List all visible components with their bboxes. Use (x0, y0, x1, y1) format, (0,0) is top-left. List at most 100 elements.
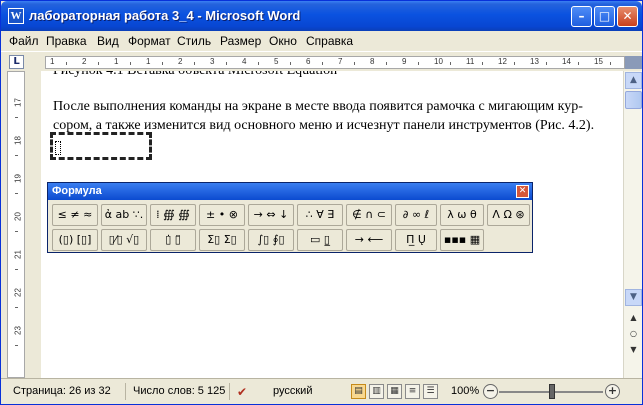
scroll-down-button[interactable]: ▼ (625, 289, 642, 306)
ruler-tick (482, 62, 483, 65)
zoom-level[interactable]: 100% (451, 385, 479, 397)
scroll-thumb[interactable] (625, 91, 642, 109)
ruler-number: 9 (402, 57, 407, 66)
ruler-tick (514, 62, 515, 65)
ruler-number: 11 (466, 57, 475, 66)
embellishments-palette-button[interactable]: ⁞ ∰ ∰ (150, 204, 196, 226)
minimize-button[interactable]: – (571, 6, 592, 27)
window-title: лабораторная работа 3_4 - Microsoft Word (29, 8, 301, 23)
greek-uppercase-palette-button[interactable]: Λ Ω ⊛ (487, 204, 530, 226)
ruler-tick (354, 62, 355, 65)
spaces-ellipses-palette-button[interactable]: ἀ ab ∵. (101, 204, 147, 226)
formula-templates-row: (▯) [▯] ▯⁄▯ √▯ ▯̇ ▯̈ Σ▯ Σ▯ ∫▯ ∮▯ ▭ ▯̲ → … (52, 228, 530, 252)
page-indicator[interactable]: Страница: 26 из 32 (13, 385, 111, 397)
summation-templates-button[interactable]: Σ▯ Σ▯ (199, 229, 245, 251)
ruler-number: 13 (530, 57, 539, 66)
ruler-number: 6 (306, 57, 311, 66)
word-count[interactable]: Число слов: 5 125 (133, 385, 225, 397)
zoom-out-button[interactable]: − (483, 384, 498, 399)
vertical-ruler[interactable]: 17 18 19 20 21 22 23 (7, 71, 25, 378)
vertical-scrollbar[interactable]: ▲ ▼ ▲ ○ ▼ (623, 71, 642, 378)
title-bar[interactable]: W лабораторная работа 3_4 - Microsoft Wo… (1, 1, 642, 31)
ruler-tick (610, 62, 611, 65)
menu-help[interactable]: Справка (306, 34, 353, 48)
ruler-number: 15 (594, 57, 603, 66)
close-button[interactable]: ✕ (617, 6, 638, 27)
ruler-tick (15, 155, 18, 156)
tab-selector-button[interactable]: L (9, 55, 24, 69)
menu-view[interactable]: Вид (97, 34, 119, 48)
status-bar: Страница: 26 из 32 Число слов: 5 125 ✔ р… (1, 378, 642, 404)
fraction-radical-templates-button[interactable]: ▯⁄▯ √▯ (101, 229, 147, 251)
scroll-up-button[interactable]: ▲ (625, 72, 642, 89)
prev-page-button[interactable]: ▲ (626, 313, 641, 325)
set-theory-palette-button[interactable]: ∉ ∩ ⊂ (346, 204, 392, 226)
draft-view-icon[interactable]: ☰ (423, 384, 438, 399)
next-page-button[interactable]: ▼ (626, 345, 641, 357)
ruler-number: 12 (498, 57, 507, 66)
ruler-number: 1 (50, 57, 55, 66)
ruler-tick (226, 62, 227, 65)
menu-size[interactable]: Размер (220, 34, 261, 48)
web-layout-view-icon[interactable]: ▦ (387, 384, 402, 399)
fence-templates-button[interactable]: (▯) [▯] (52, 229, 98, 251)
ruler-number: 22 (13, 288, 23, 297)
zoom-in-button[interactable]: + (605, 384, 620, 399)
misc-symbols-palette-button[interactable]: ∂ ∞ ℓ (395, 204, 437, 226)
ruler-number: 2 (82, 57, 87, 66)
ruler-tick (450, 62, 451, 65)
outline-view-icon[interactable]: ≡ (405, 384, 420, 399)
maximize-button[interactable]: □ (594, 6, 615, 27)
ruler-row: L 1 2 1 1 2 3 4 5 6 7 8 9 10 11 12 13 14 15 (1, 51, 642, 71)
ruler-tick (578, 62, 579, 65)
menu-edit[interactable]: Правка (46, 34, 87, 48)
formula-toolbar-title[interactable]: Формула (48, 183, 532, 200)
logic-palette-button[interactable]: ∴ ∀ ∃ (297, 204, 343, 226)
word-window: W лабораторная работа 3_4 - Microsoft Wo… (0, 0, 643, 405)
ruler-tick (386, 62, 387, 65)
status-separator (229, 383, 230, 400)
ruler-number: 2 (178, 57, 183, 66)
ruler-tick (15, 117, 18, 118)
menu-style[interactable]: Стиль (177, 34, 211, 48)
ruler-number: 14 (562, 57, 571, 66)
word-app-icon[interactable]: W (8, 8, 24, 24)
menu-file[interactable]: Файл (9, 34, 39, 48)
print-layout-view-icon[interactable]: ▤ (351, 384, 366, 399)
full-screen-reading-view-icon[interactable]: ▥ (369, 384, 384, 399)
menu-format[interactable]: Формат (128, 34, 171, 48)
menu-window[interactable]: Окно (269, 34, 297, 48)
operators-palette-button[interactable]: ± • ⊗ (199, 204, 245, 226)
ruler-number: 20 (13, 212, 23, 221)
matrix-templates-button[interactable]: ▪▪▪ ▦ (440, 229, 484, 251)
ruler-tick (546, 62, 547, 65)
ruler-tick (98, 62, 99, 65)
equation-cursor-slot (55, 141, 61, 155)
ruler-number: 18 (13, 136, 23, 145)
ruler-tick (258, 62, 259, 65)
integral-templates-button[interactable]: ∫▯ ∮▯ (248, 229, 294, 251)
ruler-number: 17 (13, 98, 23, 107)
ruler-number: 5 (274, 57, 279, 66)
overbar-underbar-templates-button[interactable]: ▭ ▯̲ (297, 229, 343, 251)
ruler-number: 23 (13, 326, 23, 335)
zoom-slider-thumb[interactable] (549, 384, 555, 399)
ruler-tick (290, 62, 291, 65)
ruler-number: 19 (13, 174, 23, 183)
subscript-superscript-templates-button[interactable]: ▯̇ ▯̈ (150, 229, 196, 251)
formula-toolbar-close-button[interactable]: ✕ (516, 185, 529, 198)
ruler-tick (418, 62, 419, 65)
greek-lowercase-palette-button[interactable]: λ ω θ (440, 204, 484, 226)
spelling-check-icon[interactable]: ✔ (237, 385, 247, 399)
menu-bar: Файл Правка Вид Формат Стиль Размер Окно… (1, 31, 642, 51)
ruler-tick (15, 231, 18, 232)
language-indicator[interactable]: русский (273, 385, 312, 397)
ruler-number: 3 (210, 57, 215, 66)
equation-input-frame[interactable] (50, 132, 152, 160)
arrows-palette-button[interactable]: → ⇔ ↓ (248, 204, 294, 226)
relations-palette-button[interactable]: ≤ ≠ ≈ (52, 204, 98, 226)
products-set-theory-templates-button[interactable]: Π̲ Ų (395, 229, 437, 251)
horizontal-ruler[interactable]: 1 2 1 1 2 3 4 5 6 7 8 9 10 11 12 13 14 15 (45, 56, 625, 69)
labeled-arrow-templates-button[interactable]: → ⟵ (346, 229, 392, 251)
select-browse-object-button[interactable]: ○ (626, 329, 641, 341)
